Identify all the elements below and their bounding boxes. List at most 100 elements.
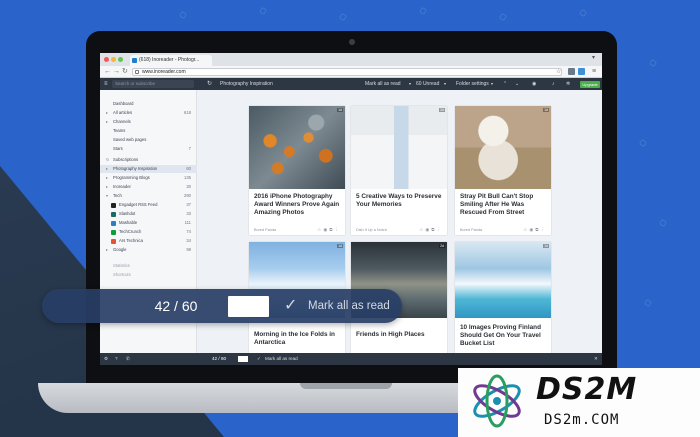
article-title[interactable]: Friends in High Places [356, 331, 444, 339]
sidebar-item-subscriptions[interactable]: ↻ Subscriptions [100, 156, 197, 164]
forward-icon[interactable]: → [113, 67, 120, 77]
sidebar-item-techcrunch[interactable]: TechCrunch 74 [100, 228, 197, 236]
browser-tabstrip: (618) Inoreader - Photogr... ▾ [100, 53, 602, 66]
article-card[interactable]: 2d 5 Creative Ways to Preserve Your Memo… [351, 106, 447, 235]
sidebar-item-programming-blogs[interactable]: ▸ Programming Blogs 135 [100, 174, 197, 182]
sidebar-item-teams[interactable]: Teams [100, 127, 197, 135]
sidebar-item-slashdot[interactable]: Slashdot 33 [100, 210, 197, 218]
engadget-icon [111, 203, 116, 208]
sidebar-item-dashboard[interactable]: Dashboard [100, 100, 197, 108]
sidebar-item-channels[interactable]: ▸ Channels [100, 118, 197, 126]
atom-logo-icon [473, 374, 521, 428]
sidebar-item-photography-inspiration[interactable]: ▸ Photography Inspiration 60 [100, 165, 197, 173]
search-input[interactable]: Search or subscribe [112, 80, 194, 88]
sidebar-item-saved-web-pages[interactable]: Saved web pages [100, 136, 197, 144]
url-text: www.inoreader.com [142, 69, 186, 75]
age-badge: 1d [337, 244, 343, 248]
more-icon[interactable]: ⋮ [541, 227, 548, 232]
mark-all-read-button[interactable]: Mark all as read [265, 353, 298, 365]
bookmark-star-icon[interactable]: ☆ [556, 67, 561, 77]
sidebar-item-shortcuts[interactable]: Shortcuts [100, 271, 197, 279]
chevron-right-icon: ▸ [106, 110, 109, 115]
sidebar-item-tech[interactable]: ▾ Tech 290 [100, 192, 197, 200]
close-icon[interactable]: ✕ [594, 353, 598, 365]
sidebar-item-google[interactable]: ▸ Google 99 [100, 246, 197, 254]
article-source[interactable]: Dish It Up a Notch [356, 228, 387, 232]
sidebar-item-all-articles[interactable]: ▸ All articles 618 [100, 109, 197, 117]
sidebar-item-count: 30 [186, 184, 191, 189]
check-icon[interactable]: ✓ [257, 353, 261, 365]
hamburger-icon[interactable]: ≡ [104, 78, 108, 90]
sidebar-item-ars-technica[interactable]: Ars Technica 34 [100, 237, 197, 245]
article-actions: ☆◉⧉⋮ [523, 227, 547, 233]
refresh-icon[interactable]: ↻ [207, 78, 212, 90]
help-icon[interactable]: ? [115, 353, 118, 365]
sidebar-item-count: 34 [186, 238, 191, 243]
extension-icon[interactable] [568, 68, 575, 75]
back-icon[interactable]: ← [104, 67, 111, 77]
sidebar-item-label: Ars Technica [119, 238, 143, 243]
more-icon[interactable]: ⋮ [437, 227, 444, 232]
article-source[interactable]: Bored Panda [460, 228, 482, 232]
sidebar-item-mashable[interactable]: Mashable 111 [100, 219, 197, 227]
article-card[interactable]: 1d 10 Images Proving Finland Should Get … [455, 242, 551, 354]
feed-title: Photography Inspiration [220, 81, 273, 87]
sidebar-item-stars[interactable]: Stars 7 [100, 145, 197, 153]
article-actions: ☆◉⧉⋮ [317, 227, 341, 233]
inoreader-extension-icon[interactable] [578, 68, 585, 75]
phone-icon[interactable]: ✆ [126, 353, 130, 365]
more-icon[interactable]: ⋮ [335, 227, 342, 232]
chevron-down-icon[interactable]: ⌄ [515, 78, 519, 90]
laptop-notch [300, 383, 392, 389]
app-toolbar: ≡ Search or subscribe ↻ Photography Insp… [100, 78, 602, 90]
article-card[interactable]: 1d Stray Pit Bull Can't Stop Smiling Aft… [455, 106, 551, 235]
progress-box [238, 356, 248, 362]
close-dot[interactable] [104, 57, 109, 62]
gear-icon[interactable]: ✲ [566, 78, 570, 90]
sidebar-item-statistics[interactable]: Statistics [100, 262, 197, 270]
menu-icon[interactable]: ≡ [592, 67, 596, 77]
article-card[interactable]: 1d 2016 iPhone Photography Award Winners… [249, 106, 345, 235]
techcrunch-icon [111, 230, 116, 235]
browser-tab[interactable]: (618) Inoreader - Photogr... [130, 55, 212, 66]
bell-icon[interactable]: ♪ [552, 78, 555, 90]
article-title[interactable]: Morning in the Ice Folds in Antarctica [254, 331, 342, 347]
mark-all-read-button[interactable]: Mark all as read [365, 78, 401, 90]
sidebar-item-label: Inoreader [113, 184, 131, 189]
chevron-up-icon[interactable]: ⌃ [503, 78, 507, 90]
check-icon[interactable]: ✓ [284, 295, 297, 317]
unread-filter[interactable]: 60 Unread [416, 78, 439, 90]
chevron-right-icon: ▸ [106, 119, 109, 124]
sidebar-item-label: Stars [113, 146, 123, 151]
article-image [351, 106, 447, 189]
mark-all-read-button[interactable]: Mark all as read [308, 295, 390, 317]
sidebar-item-count: 74 [186, 229, 191, 234]
minimize-dot[interactable] [111, 57, 116, 62]
watermark: DS2M DS2m.COM [458, 368, 700, 437]
folder-settings-button[interactable]: Folder settings [456, 78, 489, 90]
upgrade-button[interactable]: Upgrade [580, 81, 600, 88]
article-title[interactable]: 2016 iPhone Photography Award Winners Pr… [254, 193, 342, 217]
settings-icon[interactable]: ⚙ [104, 353, 108, 365]
article-actions: ☆◉⧉⋮ [419, 227, 443, 233]
article-source[interactable]: Bored Panda [254, 228, 276, 232]
chevron-down-icon[interactable]: ▾ [444, 78, 446, 90]
view-eye-icon[interactable]: ◉ [532, 78, 536, 90]
url-input[interactable]: www.inoreader.com [132, 68, 562, 76]
article-title[interactable]: Stray Pit Bull Can't Stop Smiling After … [460, 193, 548, 217]
slashdot-icon [111, 212, 116, 217]
chevron-down-icon: ▾ [106, 193, 109, 198]
reload-icon[interactable]: ↻ [122, 67, 128, 77]
sidebar-item-label: Programming Blogs [113, 175, 150, 180]
zoomed-status-overlay: 42 / 60 ✓ Mark all as read [42, 289, 402, 323]
article-image [249, 106, 345, 189]
chevron-down-icon[interactable]: ▾ [491, 78, 493, 90]
sidebar-item-inoreader[interactable]: ▸ Inoreader 30 [100, 183, 197, 191]
user-icon[interactable]: ▾ [592, 54, 595, 61]
maximize-dot[interactable] [118, 57, 123, 62]
article-title[interactable]: 10 Images Proving Finland Should Get On … [460, 324, 548, 348]
sidebar-item-label: Slashdot [119, 211, 136, 216]
sidebar-item-engadget[interactable]: Engadget RSS Feed 37 [100, 201, 197, 209]
article-title[interactable]: 5 Creative Ways to Preserve Your Memorie… [356, 193, 444, 209]
chevron-down-icon[interactable]: ▾ [409, 78, 411, 90]
